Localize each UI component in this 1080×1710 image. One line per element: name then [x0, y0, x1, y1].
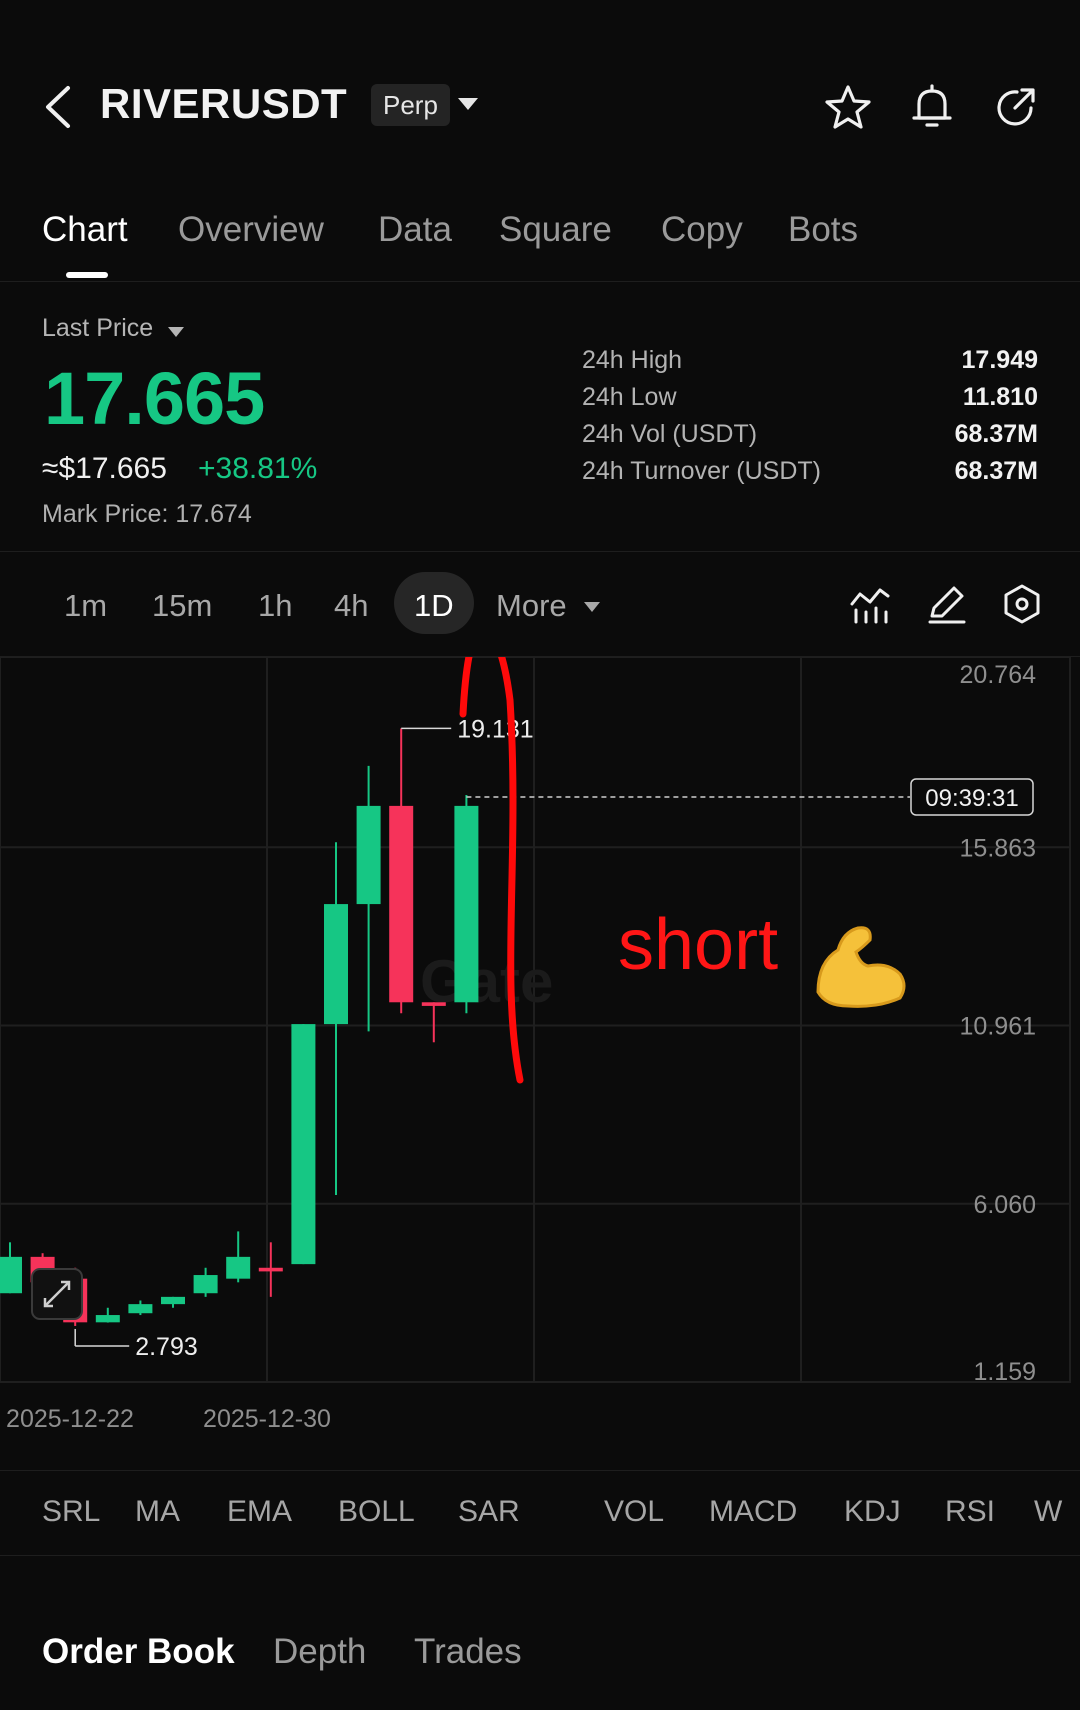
settings-icon[interactable]: [1000, 582, 1044, 626]
draw-pencil-icon[interactable]: [924, 582, 968, 626]
x-axis-labels: 2025-12-22 2025-12-30: [6, 1405, 331, 1427]
y-tick-label: 15.863: [960, 834, 1036, 862]
indicator-sar[interactable]: SAR: [458, 1495, 520, 1529]
indicator-rsi[interactable]: RSI: [945, 1495, 995, 1529]
candle-body: [454, 805, 479, 1003]
stat-value: 68.37M: [954, 457, 1038, 485]
candle-body: [324, 904, 348, 1025]
stat-row: 24h Low 11.810: [582, 383, 1038, 419]
high-price-label: 19.131: [457, 715, 533, 743]
indicator-srl[interactable]: SRL: [42, 1495, 100, 1529]
tab-copy[interactable]: Copy: [661, 210, 743, 250]
y-tick-label: 10.961: [960, 1013, 1036, 1041]
candle-body: [95, 1315, 120, 1323]
y-tick-label: 1.159: [973, 1358, 1036, 1386]
tab-depth[interactable]: Depth: [273, 1632, 366, 1672]
indicator-macd[interactable]: MACD: [709, 1495, 797, 1529]
bottom-tabs: Order Book Depth Trades: [0, 1556, 1080, 1710]
y-axis-labels: 20.764 15.863 10.961 6.060 1.159: [960, 661, 1037, 1386]
indicator-ema[interactable]: EMA: [227, 1495, 292, 1529]
candle-body: [258, 1267, 283, 1272]
short-annotation: short: [618, 905, 778, 985]
active-tab-indicator: [66, 272, 108, 278]
interval-4h[interactable]: 4h: [334, 588, 368, 624]
stat-label: 24h Vol (USDT): [582, 420, 758, 448]
stat-label: 24h High: [582, 346, 683, 374]
chevron-down-icon[interactable]: [458, 98, 478, 110]
interval-bar: 1m 15m 1h 4h 1D More: [0, 552, 1080, 657]
tab-chart[interactable]: Chart: [42, 210, 128, 250]
tab-order-book[interactable]: Order Book: [42, 1632, 235, 1672]
tab-overview[interactable]: Overview: [178, 210, 324, 250]
interval-1d[interactable]: 1D: [414, 588, 454, 624]
candles: [0, 728, 479, 1326]
chart-markers: 19.131 2.793 09:39:31: [74, 715, 1034, 1361]
candle-body: [356, 805, 381, 905]
perp-badge[interactable]: Perp: [371, 84, 450, 126]
interval-more[interactable]: More: [496, 588, 567, 624]
interval-15m[interactable]: 15m: [152, 588, 212, 624]
indicator-icon[interactable]: [848, 582, 892, 626]
indicator-vol[interactable]: VOL: [604, 1495, 664, 1529]
star-icon[interactable]: [823, 82, 873, 132]
flexed-bicep-icon: [816, 926, 906, 1008]
stat-value: 17.949: [961, 346, 1038, 374]
interval-1h[interactable]: 1h: [258, 588, 292, 624]
candle-body: [226, 1256, 251, 1279]
main-tabs: Chart Overview Data Square Copy Bots: [0, 200, 1080, 282]
stat-row: 24h Vol (USDT) 68.37M: [582, 420, 1038, 456]
usd-price: ≈$17.665: [42, 452, 167, 485]
candlestick-chart[interactable]: Gate 20.76415.86310.9616.0601.159 2025-1…: [0, 657, 1080, 1427]
tab-data[interactable]: Data: [378, 210, 452, 250]
share-icon[interactable]: [991, 82, 1041, 132]
candle-body: [389, 805, 414, 1003]
tab-bots[interactable]: Bots: [788, 210, 858, 250]
last-price-label[interactable]: Last Price: [42, 314, 153, 343]
stat-label: 24h Low: [582, 383, 677, 411]
price-panel: Last Price 17.665 ≈$17.665 +38.81% Mark …: [0, 282, 1080, 552]
y-tick-label: 20.764: [960, 661, 1037, 689]
candle-body: [0, 1256, 22, 1294]
x-tick-label: 2025-12-22: [6, 1405, 134, 1427]
candle-countdown: 09:39:31: [925, 785, 1018, 812]
indicator-kdj[interactable]: KDJ: [844, 1495, 901, 1529]
candle-body: [128, 1304, 153, 1314]
stat-row: 24h High 17.949: [582, 346, 1038, 382]
candle-body: [193, 1275, 218, 1294]
symbol-title[interactable]: RIVERUSDT: [100, 80, 347, 128]
interval-1m[interactable]: 1m: [64, 588, 107, 624]
stat-row: 24h Turnover (USDT) 68.37M: [582, 457, 1038, 493]
indicator-boll[interactable]: BOLL: [338, 1495, 415, 1529]
low-price-label: 2.793: [135, 1333, 198, 1361]
chart-grid: [0, 657, 1071, 1383]
candle-body: [291, 1024, 316, 1265]
tab-trades[interactable]: Trades: [414, 1632, 522, 1672]
x-tick-label: 2025-12-30: [203, 1405, 331, 1427]
tab-square[interactable]: Square: [499, 210, 612, 250]
candle-body: [161, 1296, 185, 1305]
y-tick-label: 6.060: [973, 1191, 1036, 1219]
expand-button[interactable]: [31, 1268, 83, 1320]
mark-price: Mark Price: 17.674: [42, 500, 252, 528]
indicator-bar: SRL MA EMA BOLL SAR VOL MACD KDJ RSI W: [0, 1470, 1080, 1556]
stat-label: 24h Turnover (USDT): [582, 457, 821, 485]
indicator-w[interactable]: W: [1034, 1495, 1062, 1529]
chevron-down-icon[interactable]: [168, 327, 184, 337]
stat-value: 68.37M: [954, 420, 1038, 448]
chevron-down-icon[interactable]: [584, 602, 600, 612]
stat-value: 11.810: [962, 383, 1038, 411]
indicator-ma[interactable]: MA: [135, 1495, 180, 1529]
bell-icon[interactable]: [907, 82, 957, 132]
last-price-value: 17.665: [44, 357, 265, 440]
price-change-percent: +38.81%: [198, 452, 318, 485]
back-icon[interactable]: [40, 84, 80, 130]
header: RIVERUSDT Perp: [0, 62, 1080, 152]
candle-body: [421, 1002, 446, 1006]
